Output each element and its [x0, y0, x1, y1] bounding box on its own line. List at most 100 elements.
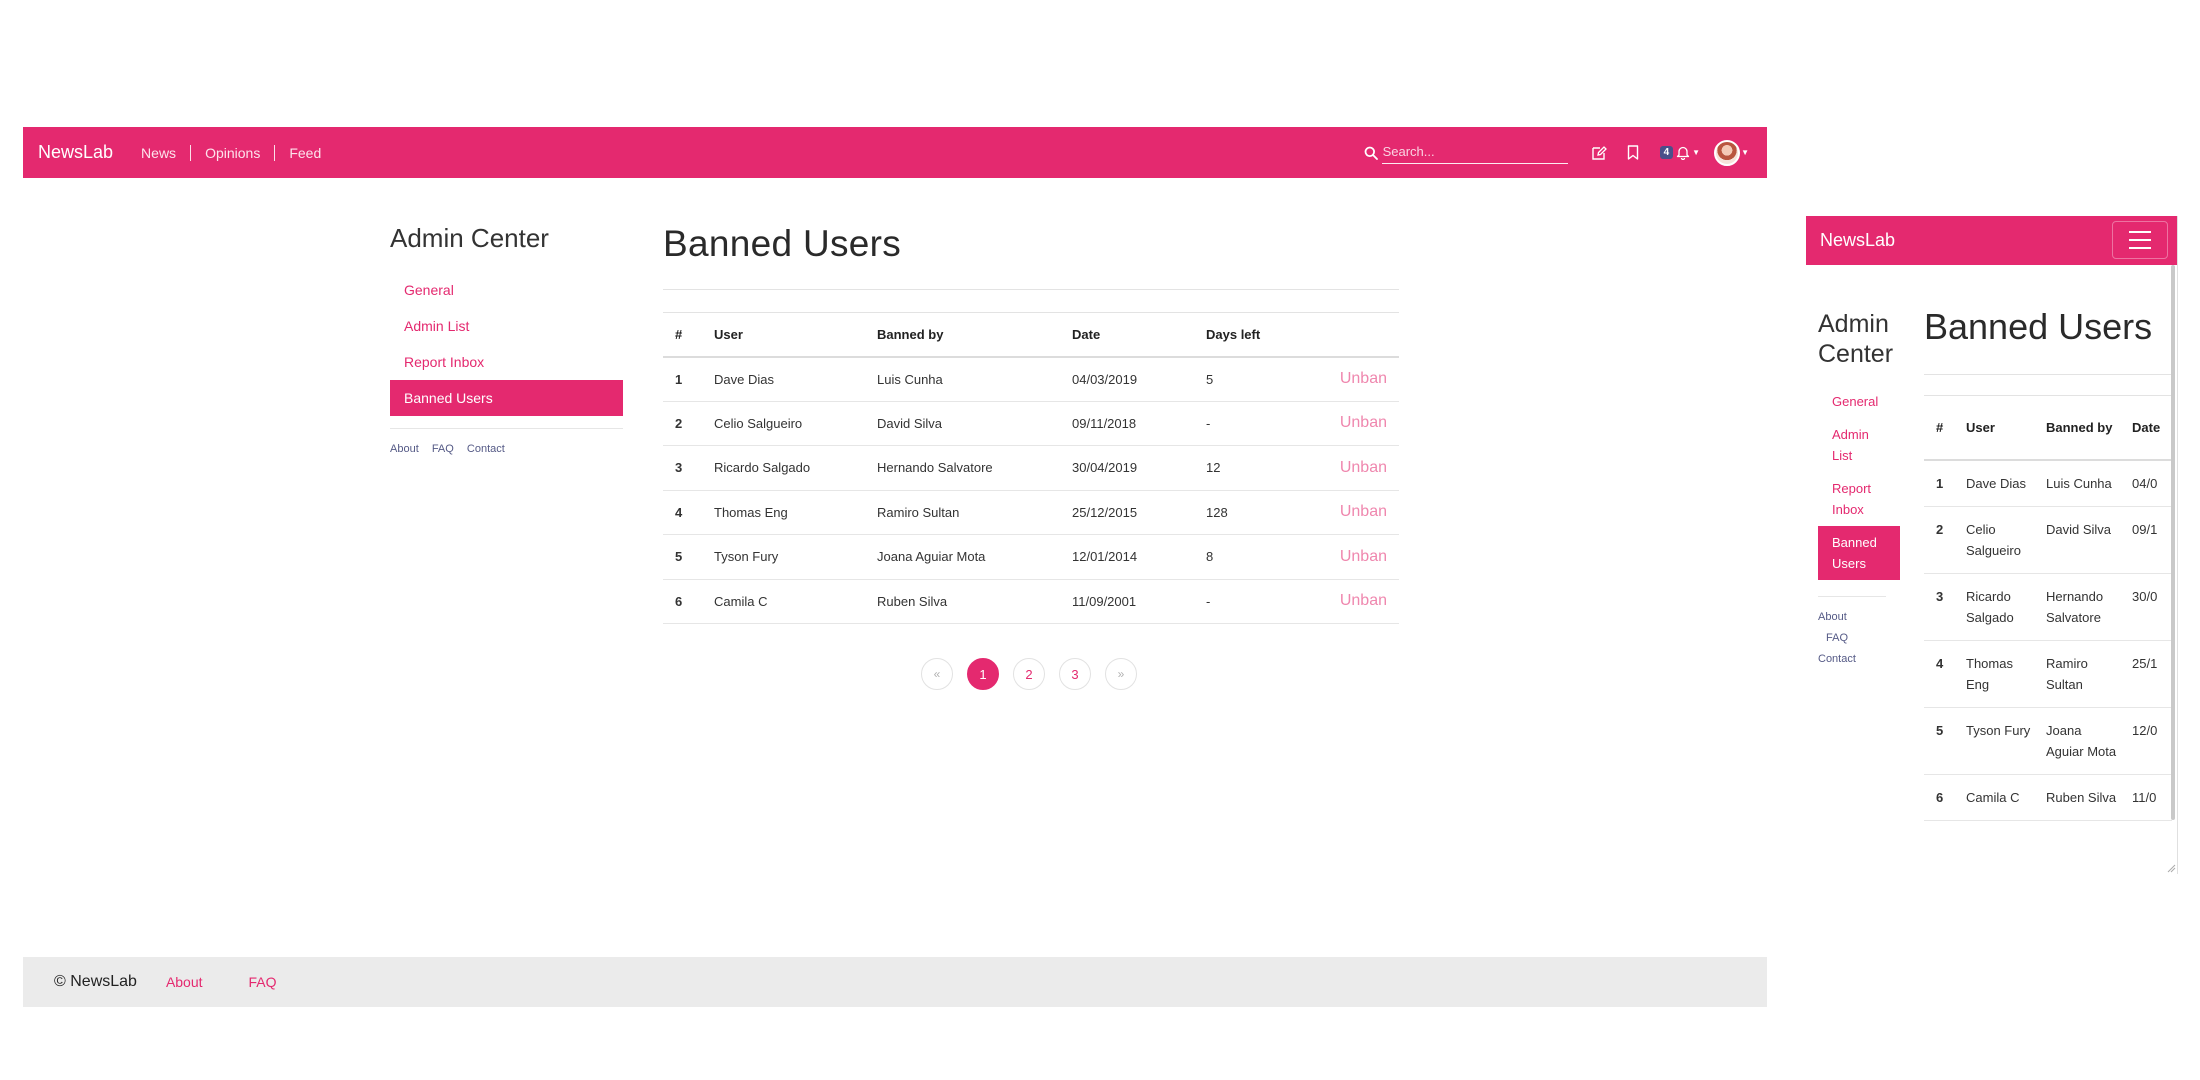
title-divider [663, 289, 1399, 290]
unban-button[interactable]: Unban [1340, 592, 1387, 609]
sidebar-link-about[interactable]: About [1818, 607, 1900, 628]
row-date: 11/09/2001 [1060, 579, 1194, 624]
bell-icon[interactable] [1675, 142, 1691, 164]
scrollbar[interactable] [2171, 265, 2175, 820]
table-row: 2 Celio Salgueiro David Silva 09/11/2018… [663, 401, 1399, 446]
sidebar-link-faq[interactable]: FAQ [1818, 628, 1900, 649]
row-banned-by: Hernando Salvatore [2034, 573, 2120, 641]
nav-actions: 4 ▼ ▼ [1364, 127, 1749, 178]
pagination: « 1 2 3 » [921, 658, 1151, 690]
unban-button[interactable]: Unban [1340, 459, 1387, 476]
table-row: 6 Camila C Ruben Silva 11/09/2001 - Unba… [663, 579, 1399, 624]
chevron-down-icon[interactable]: ▼ [1741, 148, 1749, 157]
table-header-row: # User Banned by Date Days left [663, 312, 1399, 358]
sidebar-item-admin-list[interactable]: Admin List [1818, 418, 1900, 472]
nav-link-feed[interactable]: Feed [283, 145, 327, 161]
row-user: Camila C [1954, 774, 2034, 821]
sidebar-divider [1818, 596, 1886, 597]
row-user: Celio Salgueiro [702, 401, 865, 446]
row-date: 09/1 [2120, 506, 2172, 574]
row-index: 5 [1924, 707, 1954, 775]
sidebar-item-banned-users[interactable]: Banned Users [390, 380, 623, 416]
row-date: 12/01/2014 [1060, 534, 1194, 580]
sidebar-link-faq[interactable]: FAQ [432, 443, 454, 455]
pagination-next[interactable]: » [1105, 658, 1137, 690]
table-row: 1 Dave Dias Luis Cunha 04/0 [1924, 459, 2172, 507]
hamburger-menu-icon[interactable] [2112, 221, 2168, 259]
brand-logo[interactable]: NewsLab [38, 142, 113, 163]
column-header-index: # [1924, 395, 1954, 461]
sidebar-link-about[interactable]: About [390, 443, 419, 455]
column-header-user: User [1954, 395, 2034, 461]
pagination-page-1[interactable]: 1 [967, 658, 999, 690]
sidebar-link-contact[interactable]: Contact [467, 443, 505, 455]
row-user: Thomas Eng [702, 490, 865, 535]
row-index: 5 [663, 534, 702, 580]
unban-button[interactable]: Unban [1340, 503, 1387, 520]
footer-link-about[interactable]: About [166, 974, 203, 990]
sidebar-item-report-inbox[interactable]: Report Inbox [390, 344, 623, 380]
table-header-row: # User Banned by Date [1924, 395, 2172, 461]
row-date: 30/0 [2120, 573, 2172, 641]
sidebar-footer-links: About FAQ Contact [390, 443, 623, 455]
edit-icon[interactable] [1588, 142, 1610, 164]
page-footer: © NewsLab About FAQ [23, 957, 1767, 1007]
nav-link-opinions[interactable]: Opinions [199, 145, 266, 161]
row-days-left: 12 [1194, 445, 1309, 491]
row-date: 09/11/2018 [1060, 401, 1194, 446]
search-input[interactable] [1381, 141, 1568, 164]
row-action: Unban [1309, 534, 1399, 580]
unban-button[interactable]: Unban [1340, 370, 1387, 387]
row-banned-by: David Silva [2034, 506, 2120, 574]
sidebar-title-line: Center [1818, 340, 1894, 368]
row-date: 11/0 [2120, 774, 2172, 821]
nav-links: News Opinions Feed [135, 144, 327, 161]
mobile-view: NewsLab Admin Center General Admin List … [1806, 216, 2178, 874]
pagination-prev[interactable]: « [921, 658, 953, 690]
footer-link-faq[interactable]: FAQ [249, 974, 277, 990]
row-user: Ricardo Salgado [702, 445, 865, 491]
table-row: 6 Camila C Ruben Silva 11/0 [1924, 774, 2172, 821]
row-banned-by: Ramiro Sultan [865, 490, 1060, 535]
sidebar-link-contact[interactable]: Contact [1818, 649, 1900, 670]
sidebar-item-banned-users[interactable]: Banned Users [1818, 526, 1900, 580]
row-banned-by: Luis Cunha [2034, 459, 2120, 507]
top-navbar: NewsLab News Opinions Feed Search... 4 ▼… [23, 127, 1767, 178]
row-date: 25/12/2015 [1060, 490, 1194, 535]
row-user: Dave Dias [1954, 459, 2034, 507]
column-header-date: Date [1060, 312, 1194, 358]
row-user: Dave Dias [702, 356, 865, 402]
avatar[interactable] [1714, 139, 1741, 166]
chevron-down-icon[interactable]: ▼ [1692, 148, 1700, 157]
pagination-page-2[interactable]: 2 [1013, 658, 1045, 690]
row-days-left: 8 [1194, 534, 1309, 580]
unban-button[interactable]: Unban [1340, 414, 1387, 431]
column-header-date: Date [2120, 395, 2172, 461]
sidebar-item-report-inbox[interactable]: Report Inbox [1818, 472, 1900, 526]
sidebar-item-general[interactable]: General [1818, 385, 1900, 418]
row-user: Tyson Fury [702, 534, 865, 580]
resize-grip-icon[interactable] [2166, 863, 2176, 873]
row-action: Unban [1309, 356, 1399, 402]
sidebar-title-line: Admin [1818, 310, 1889, 338]
brand-logo[interactable]: NewsLab [1820, 230, 1895, 251]
bookmark-icon[interactable] [1622, 142, 1644, 164]
admin-sidebar: Admin Center General Admin List Report I… [390, 223, 623, 455]
row-banned-by: David Silva [865, 401, 1060, 446]
row-banned-by: Hernando Salvatore [865, 445, 1060, 491]
title-divider [1924, 374, 2172, 375]
row-index: 4 [663, 490, 702, 535]
row-user: Camila C [702, 579, 865, 624]
row-action: Unban [1309, 445, 1399, 491]
banned-users-table: # User Banned by Date Days left 1 Dave D… [663, 312, 1399, 624]
row-date: 04/0 [2120, 459, 2172, 507]
sidebar-item-admin-list[interactable]: Admin List [390, 308, 623, 344]
mobile-navbar: NewsLab [1806, 216, 2177, 265]
nav-link-news[interactable]: News [135, 145, 182, 161]
sidebar-item-general[interactable]: General [390, 272, 623, 308]
desktop-view: NewsLab News Opinions Feed Search... 4 ▼… [23, 127, 1767, 1007]
unban-button[interactable]: Unban [1340, 548, 1387, 565]
pagination-page-3[interactable]: 3 [1059, 658, 1091, 690]
nav-separator [274, 144, 276, 161]
row-days-left: - [1194, 401, 1309, 446]
